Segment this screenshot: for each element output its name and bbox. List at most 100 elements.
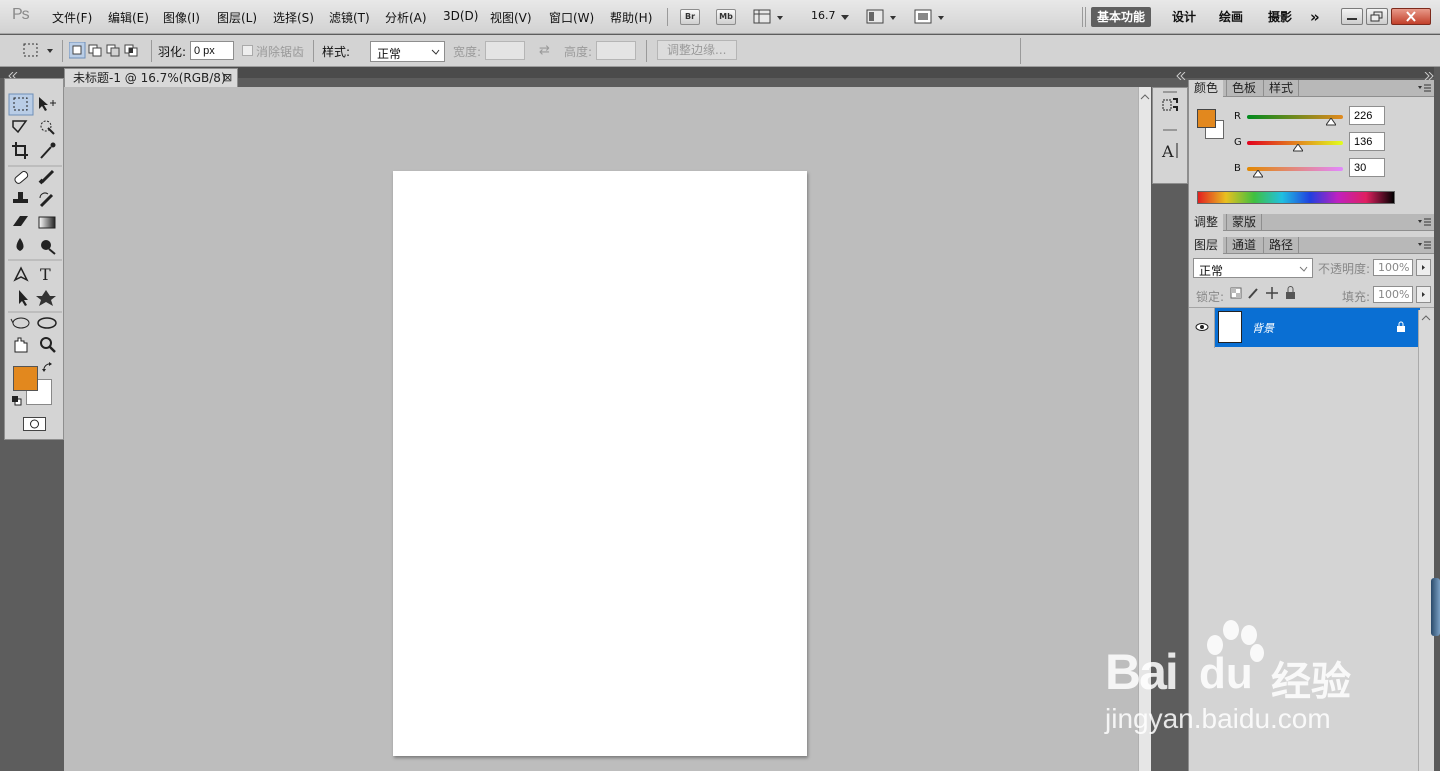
menu-file[interactable]: 文件(F) (52, 9, 92, 26)
red-value-input[interactable] (1349, 106, 1385, 125)
tab-masks[interactable]: 蒙版 (1226, 214, 1263, 231)
pen-tool-icon[interactable] (13, 266, 29, 282)
side-scroll-handle[interactable] (1431, 578, 1440, 636)
zoom-dropdown-icon[interactable] (840, 11, 850, 21)
menu-layer[interactable]: 图层(L) (217, 9, 257, 26)
type-tool-icon[interactable]: T (40, 265, 51, 284)
style-select[interactable]: 正常 (370, 41, 445, 62)
tab-layers[interactable]: 图层 (1189, 237, 1224, 254)
scroll-up-icon[interactable] (1419, 312, 1433, 324)
lasso-tool-icon[interactable] (12, 120, 28, 134)
dodge-tool-icon[interactable] (41, 240, 56, 255)
document-canvas[interactable] (393, 171, 807, 756)
height-input[interactable] (596, 41, 636, 60)
lock-position-icon[interactable] (1266, 287, 1278, 299)
feather-input[interactable] (190, 41, 234, 60)
workspace-photography[interactable]: 摄影 (1262, 7, 1298, 27)
screen-mode-button[interactable] (914, 8, 948, 26)
workspace-design[interactable]: 设计 (1166, 7, 1202, 27)
tab-paths[interactable]: 路径 (1263, 237, 1300, 254)
menu-image[interactable]: 图像(I) (163, 9, 200, 26)
history-brush-tool-icon[interactable] (39, 192, 54, 208)
quick-mask-button[interactable] (23, 417, 46, 431)
antialias-checkbox[interactable] (242, 45, 253, 56)
3d-rotate-tool-icon[interactable] (10, 317, 30, 329)
lock-image-icon[interactable] (1248, 288, 1258, 299)
blend-mode-select[interactable]: 正常 (1193, 258, 1313, 278)
path-selection-tool-icon[interactable] (19, 290, 28, 306)
mini-bridge-button[interactable]: Mb (716, 9, 736, 25)
layer-visibility-toggle[interactable] (1191, 308, 1215, 348)
quick-selection-tool-icon[interactable] (40, 120, 55, 135)
workspace-essentials[interactable]: 基本功能 (1091, 7, 1152, 27)
tab-adjustments[interactable]: 调整 (1189, 214, 1224, 231)
width-input[interactable] (485, 41, 525, 60)
menu-window[interactable]: 窗口(W) (549, 9, 594, 26)
character-panel-icon[interactable]: A (1161, 142, 1178, 161)
fill-slider-button[interactable] (1416, 286, 1431, 303)
close-document-icon[interactable]: ⊠ (223, 69, 232, 87)
panel-menu-icon[interactable] (1418, 84, 1432, 93)
default-colors-icon[interactable] (11, 395, 22, 406)
eraser-tool-icon[interactable] (13, 216, 28, 226)
restore-button[interactable] (1366, 8, 1388, 25)
layer-row[interactable]: 背景 (1215, 308, 1420, 347)
blue-value-input[interactable] (1349, 158, 1385, 177)
panel-menu-icon[interactable] (1418, 241, 1432, 250)
view-extras-button[interactable] (753, 8, 787, 26)
menu-analysis[interactable]: 分析(A) (385, 9, 427, 26)
foreground-color-swatch[interactable] (13, 366, 38, 391)
color-spectrum-ramp[interactable] (1197, 191, 1395, 204)
fill-input[interactable]: 100% (1373, 286, 1413, 303)
custom-shape-tool-icon[interactable] (36, 290, 56, 306)
collapse-icons-icon[interactable] (1176, 69, 1186, 81)
3d-orbit-tool-icon[interactable] (37, 317, 57, 329)
add-to-selection-icon[interactable] (88, 44, 102, 57)
menu-view[interactable]: 视图(V) (490, 9, 532, 26)
panel-menu-icon[interactable] (1418, 218, 1432, 227)
swap-colors-icon[interactable] (42, 362, 54, 374)
workspace-painting[interactable]: 绘画 (1213, 7, 1249, 27)
new-selection-icon[interactable] (68, 41, 86, 59)
lock-transparent-icon[interactable] (1230, 287, 1242, 299)
scroll-up-icon[interactable] (1139, 91, 1151, 103)
expand-panels-icon[interactable] (1424, 69, 1434, 81)
opacity-input[interactable]: 100% (1373, 259, 1413, 276)
move-tool-icon[interactable] (39, 97, 56, 111)
red-slider-handle-icon[interactable] (1326, 118, 1336, 126)
tab-channels[interactable]: 通道 (1226, 237, 1261, 254)
brush-tool-icon[interactable] (38, 169, 55, 185)
color-panel-fg-swatch[interactable] (1197, 109, 1216, 128)
menu-filter[interactable]: 滤镜(T) (329, 9, 370, 26)
arrange-documents-button[interactable] (866, 8, 900, 26)
crop-tool-icon[interactable] (12, 142, 28, 159)
blur-tool-icon[interactable] (16, 238, 24, 251)
spot-healing-tool-icon[interactable] (14, 170, 29, 184)
menu-help[interactable]: 帮助(H) (610, 9, 652, 26)
bridge-button[interactable]: Br (680, 9, 700, 25)
tab-styles[interactable]: 样式 (1263, 80, 1300, 97)
green-value-input[interactable] (1349, 132, 1385, 151)
eyedropper-tool-icon[interactable] (40, 142, 56, 159)
subtract-selection-icon[interactable] (106, 44, 120, 57)
layers-scrollbar[interactable] (1418, 310, 1434, 771)
tab-swatches[interactable]: 色板 (1226, 80, 1261, 97)
gradient-tool-icon[interactable] (38, 216, 56, 229)
document-tab[interactable]: 未标题-1 @ 16.7%(RGB/8) ⊠ (64, 68, 238, 87)
opacity-slider-button[interactable] (1416, 259, 1431, 276)
minimize-button[interactable] (1341, 8, 1363, 25)
clone-stamp-tool-icon[interactable] (13, 192, 28, 203)
menu-select[interactable]: 选择(S) (273, 9, 314, 26)
tab-color[interactable]: 颜色 (1189, 80, 1224, 97)
swap-icon[interactable]: ⇄ (539, 43, 550, 58)
zoom-level[interactable]: 16.7 (811, 9, 836, 22)
rectangular-marquee-tool-icon[interactable] (8, 93, 34, 116)
menu-3d[interactable]: 3D(D) (443, 9, 478, 23)
intersect-selection-icon[interactable] (124, 44, 138, 57)
lock-all-icon[interactable] (1286, 286, 1295, 300)
green-slider-handle-icon[interactable] (1293, 144, 1303, 152)
zoom-tool-icon[interactable] (40, 337, 56, 353)
history-panel-icon[interactable] (1162, 98, 1178, 111)
refine-edge-button[interactable]: 调整边缘... (657, 40, 737, 60)
menu-edit[interactable]: 编辑(E) (108, 9, 149, 26)
